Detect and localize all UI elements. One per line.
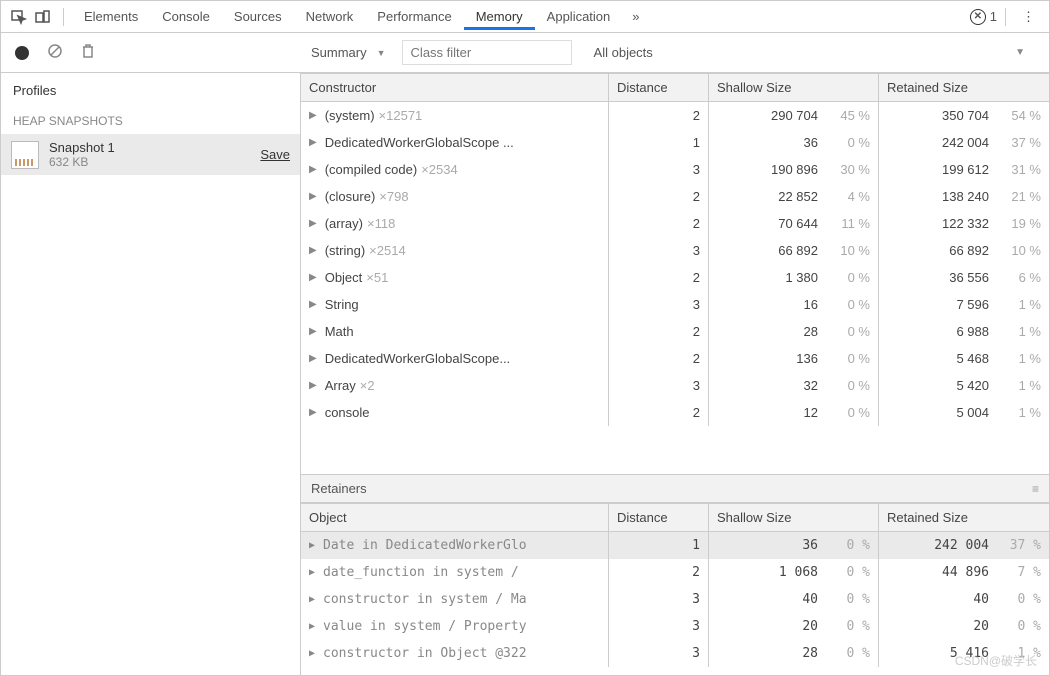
class-filter-input[interactable] <box>402 40 572 65</box>
table-row[interactable]: ▶(string) ×2514 3 66 89210 % 66 89210 % <box>301 237 1049 264</box>
view-select[interactable]: Summary▼ <box>311 45 390 60</box>
snapshot-save-link[interactable]: Save <box>260 147 290 162</box>
col-retained[interactable]: Retained Size <box>879 74 1049 101</box>
table-row[interactable]: ▶date_function in system / 2 1 0680 % 44… <box>301 559 1049 586</box>
table-row[interactable]: ▶Object ×51 2 1 3800 % 36 5566 % <box>301 264 1049 291</box>
record-icon[interactable] <box>15 46 29 60</box>
snapshot-name: Snapshot 1 <box>49 140 250 155</box>
table-row[interactable]: ▶String 3 160 % 7 5961 % <box>301 291 1049 318</box>
table-row[interactable]: ▶Math 2 280 % 6 9881 % <box>301 318 1049 345</box>
col-constructor[interactable]: Constructor <box>301 74 609 101</box>
retainers-title-bar[interactable]: Retainers≡ <box>301 474 1049 503</box>
objects-select[interactable]: All objects▼ <box>584 45 1039 60</box>
col-distance[interactable]: Distance <box>609 504 709 531</box>
snapshot-size: 632 KB <box>49 155 250 169</box>
trash-icon[interactable] <box>81 43 95 62</box>
col-distance[interactable]: Distance <box>609 74 709 101</box>
tab-performance[interactable]: Performance <box>365 3 463 30</box>
table-row[interactable]: ▶constructor in Object @322 3 280 % 5 41… <box>301 640 1049 667</box>
profiles-title: Profiles <box>1 73 300 108</box>
snapshot-item[interactable]: Snapshot 1 632 KB Save <box>1 134 300 175</box>
devtools-tabbar: ElementsConsoleSourcesNetworkPerformance… <box>1 1 1049 33</box>
table-row[interactable]: ▶Array ×2 3 320 % 5 4201 % <box>301 372 1049 399</box>
table-row[interactable]: ▶DedicatedWorkerGlobalScope ... 1 360 % … <box>301 129 1049 156</box>
table-row[interactable]: ▶DedicatedWorkerGlobalScope... 2 1360 % … <box>301 345 1049 372</box>
table-row[interactable]: ▶constructor in system / Ma 3 400 % 400 … <box>301 586 1049 613</box>
snapshot-category: HEAP SNAPSHOTS <box>1 108 300 134</box>
tab-sources[interactable]: Sources <box>222 3 294 30</box>
table-row[interactable]: ▶Date in DedicatedWorkerGlo 1 360 % 242 … <box>301 532 1049 559</box>
divider <box>1005 8 1006 26</box>
hamburger-icon[interactable]: ≡ <box>1032 482 1039 496</box>
inspect-element-icon[interactable] <box>7 5 31 29</box>
divider <box>63 8 64 26</box>
device-mode-icon[interactable] <box>31 5 55 29</box>
col-retained[interactable]: Retained Size <box>879 504 1049 531</box>
table-row[interactable]: ▶(system) ×12571 2 290 70445 % 350 70454… <box>301 102 1049 129</box>
profiles-sidebar: Profiles HEAP SNAPSHOTS Snapshot 1 632 K… <box>1 73 301 675</box>
constructors-body: ▶(system) ×12571 2 290 70445 % 350 70454… <box>301 102 1049 474</box>
col-object[interactable]: Object <box>301 504 609 531</box>
error-badge[interactable]: ✕1 <box>970 9 997 25</box>
table-row[interactable]: ▶(array) ×118 2 70 64411 % 122 33219 % <box>301 210 1049 237</box>
table-row[interactable]: ▶(compiled code) ×2534 3 190 89630 % 199… <box>301 156 1049 183</box>
tab-memory[interactable]: Memory <box>464 3 535 30</box>
memory-toolbar: Summary▼ All objects▼ <box>1 33 1049 73</box>
col-shallow[interactable]: Shallow Size <box>709 504 879 531</box>
clear-icon[interactable] <box>47 43 63 62</box>
tab-elements[interactable]: Elements <box>72 3 150 30</box>
col-shallow[interactable]: Shallow Size <box>709 74 879 101</box>
tab-network[interactable]: Network <box>294 3 366 30</box>
snapshot-icon <box>11 141 39 169</box>
kebab-menu-icon[interactable]: ⋮ <box>1014 9 1043 25</box>
retainers-body: ▶Date in DedicatedWorkerGlo 1 360 % 242 … <box>301 532 1049 667</box>
watermark: CSDN@破学长 <box>955 652 1037 669</box>
tab-console[interactable]: Console <box>150 3 222 30</box>
table-row[interactable]: ▶value in system / Property 3 200 % 200 … <box>301 613 1049 640</box>
overflow-tabs[interactable]: » <box>622 5 649 28</box>
table-row[interactable]: ▶(closure) ×798 2 22 8524 % 138 24021 % <box>301 183 1049 210</box>
tab-application[interactable]: Application <box>535 3 623 30</box>
table-row[interactable]: ▶console 2 120 % 5 0041 % <box>301 399 1049 426</box>
constructors-header: Constructor Distance Shallow Size Retain… <box>301 73 1049 102</box>
retainers-header: Object Distance Shallow Size Retained Si… <box>301 503 1049 532</box>
